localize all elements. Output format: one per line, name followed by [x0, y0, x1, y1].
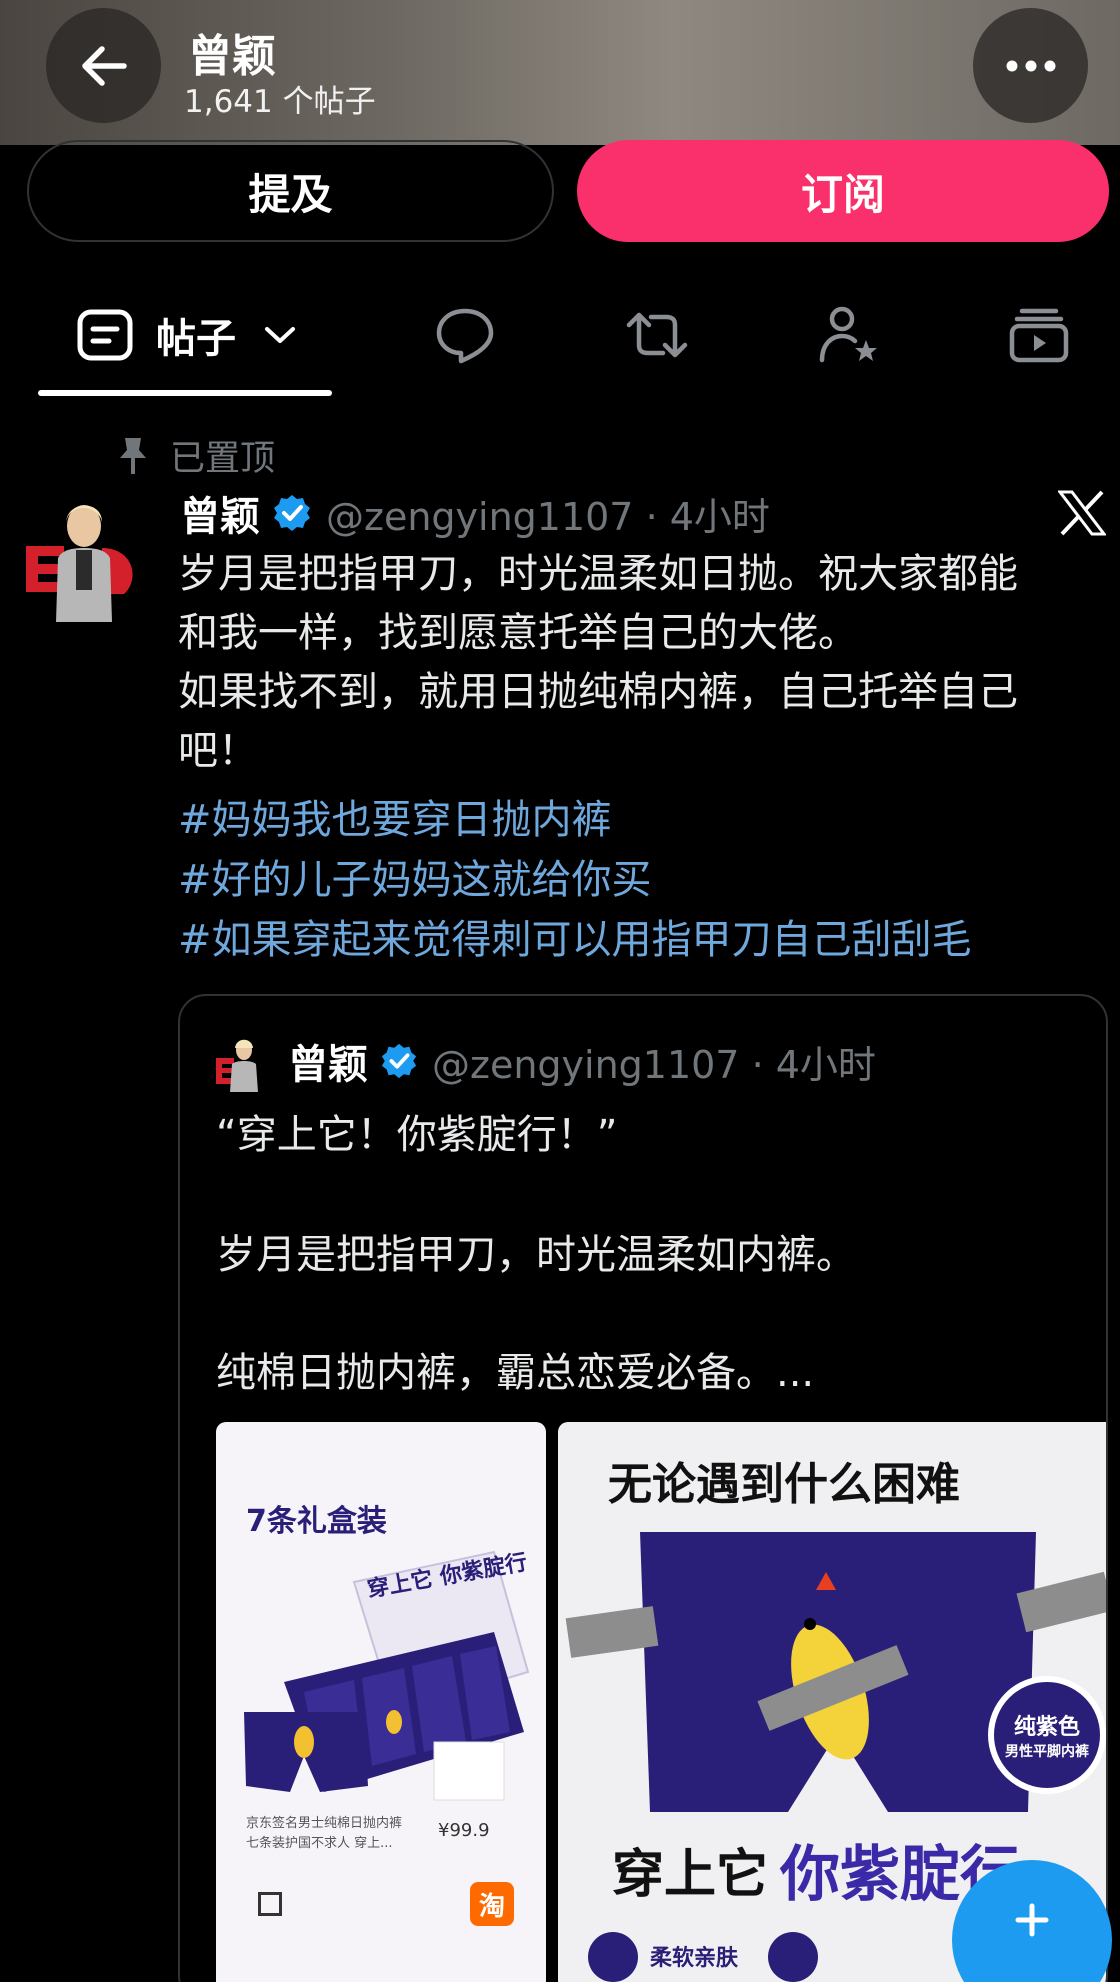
badge-line-2: 男性平脚内裤 — [1005, 1744, 1089, 1760]
back-button[interactable] — [46, 8, 161, 123]
verified-badge-icon — [274, 495, 310, 531]
post-author-name[interactable]: 曾颖 — [180, 484, 260, 542]
avatar[interactable] — [24, 496, 142, 622]
tab-media[interactable] — [1008, 290, 1070, 380]
active-tab-indicator — [38, 390, 332, 396]
posts-icon — [77, 309, 133, 361]
pinned-label: 已置顶 — [170, 439, 276, 479]
quoted-line-3: 纯棉日抛内裤，霸总恋爱必备。... — [216, 1350, 815, 1396]
pinned-indicator: 已置顶 — [118, 430, 275, 481]
post-line-4: 吧！ — [178, 728, 258, 774]
tab-posts[interactable]: 帖子 — [76, 290, 298, 380]
quoted-line-2: 岁月是把指甲刀，时光温柔如内裤。 — [216, 1232, 856, 1278]
repost-icon — [626, 312, 688, 358]
product-headline: 7条礼盒装 — [246, 1504, 387, 1539]
post-line-3: 如果找不到，就用日抛纯棉内裤，自己托举自己 — [178, 669, 1018, 715]
profile-name: 曾颖 — [188, 31, 276, 82]
badge-line-1: 纯紫色 — [1013, 1715, 1080, 1740]
profile-header: 曾颖 1,641 个帖子 — [0, 0, 1120, 145]
quoted-avatar — [216, 1036, 270, 1092]
post-count: 1,641 个帖子 — [184, 84, 376, 120]
product-price: ¥99.9 — [438, 1820, 490, 1841]
cloud-feature-icon — [588, 1932, 638, 1982]
post-line-2: 和我一样，找到愿意托举自己的大佬。 — [178, 610, 858, 656]
quoted-handle-time: @zengying1107 · 4小时 — [432, 1042, 876, 1087]
plus-icon — [1015, 1903, 1049, 1937]
tab-reposts[interactable] — [623, 290, 691, 380]
post-author-row: 曾颖 @zengying1107 · 4小时 — [180, 484, 770, 542]
post-line-1: 岁月是把指甲刀，时光温柔如日抛。祝大家都能 — [178, 551, 1018, 597]
x-logo-icon — [1058, 490, 1106, 536]
product-description: 京东签名男士纯棉日抛内裤 七条装护国不求人 穿上... — [246, 1816, 403, 1851]
person-star-icon — [819, 306, 877, 363]
product-image-left[interactable]: 7条礼盒装 穿上它 你紫腚行 京东签名男士纯棉日抛内裤 七条装护国不求人 穿上.… — [216, 1422, 546, 1982]
media-video-icon — [1009, 308, 1069, 363]
hashtag-link[interactable]: #如果穿起来觉得刺可以用指甲刀自己刮刮毛 — [178, 907, 972, 965]
quoted-author-name: 曾颖 — [288, 1042, 368, 1088]
hashtag-link[interactable]: #妈妈我也要穿日抛内裤 — [178, 787, 612, 845]
bottom-slogan-a: 穿上它 — [612, 1845, 769, 1905]
subscribe-button[interactable]: 订阅 — [577, 140, 1109, 242]
subscribe-label: 订阅 — [800, 169, 885, 219]
pin-icon — [120, 437, 146, 474]
more-options-button[interactable] — [973, 8, 1088, 123]
taobao-badge: 淘 — [470, 1882, 514, 1926]
product-top-slogan: 无论遇到什么困难 — [608, 1459, 960, 1510]
quoted-line-1: “穿上它！你紫腚行！” — [216, 1112, 618, 1158]
post-body: 岁月是把指甲刀，时光温柔如日抛。祝大家都能 和我一样，找到愿意托举自己的大佬。 … — [178, 545, 1098, 781]
qr-code-icon — [258, 1892, 282, 1916]
feature-soft-label: 柔软亲肤 — [650, 1946, 739, 1971]
back-arrow-icon — [81, 45, 127, 86]
reply-bubble-icon — [436, 308, 494, 364]
purple-badge: 纯紫色 男性平脚内裤 — [988, 1676, 1106, 1794]
chevron-down-icon — [265, 327, 295, 343]
post-handle-time: @zengying1107 · 4小时 — [326, 494, 770, 539]
tab-posts-label: 帖子 — [156, 316, 236, 362]
hashtag-link[interactable]: #好的儿子妈妈这就给你买 — [178, 847, 652, 905]
mention-label: 提及 — [248, 169, 333, 219]
more-dots-icon — [1006, 60, 1055, 71]
quoted-post[interactable]: 曾颖 @zengying1107 · 4小时 “穿上它！你紫腚行！” 岁月是把指… — [178, 994, 1108, 1982]
quoted-author-row: 曾颖 @zengying1107 · 4小时 — [288, 1032, 876, 1090]
tab-replies[interactable] — [434, 290, 496, 380]
verified-badge-icon — [381, 1043, 417, 1079]
taobao-badge-label: 淘 — [478, 1891, 505, 1922]
tab-subscriptions[interactable] — [818, 290, 882, 380]
breathable-feature-icon — [768, 1932, 818, 1982]
mention-button[interactable]: 提及 — [27, 140, 554, 242]
